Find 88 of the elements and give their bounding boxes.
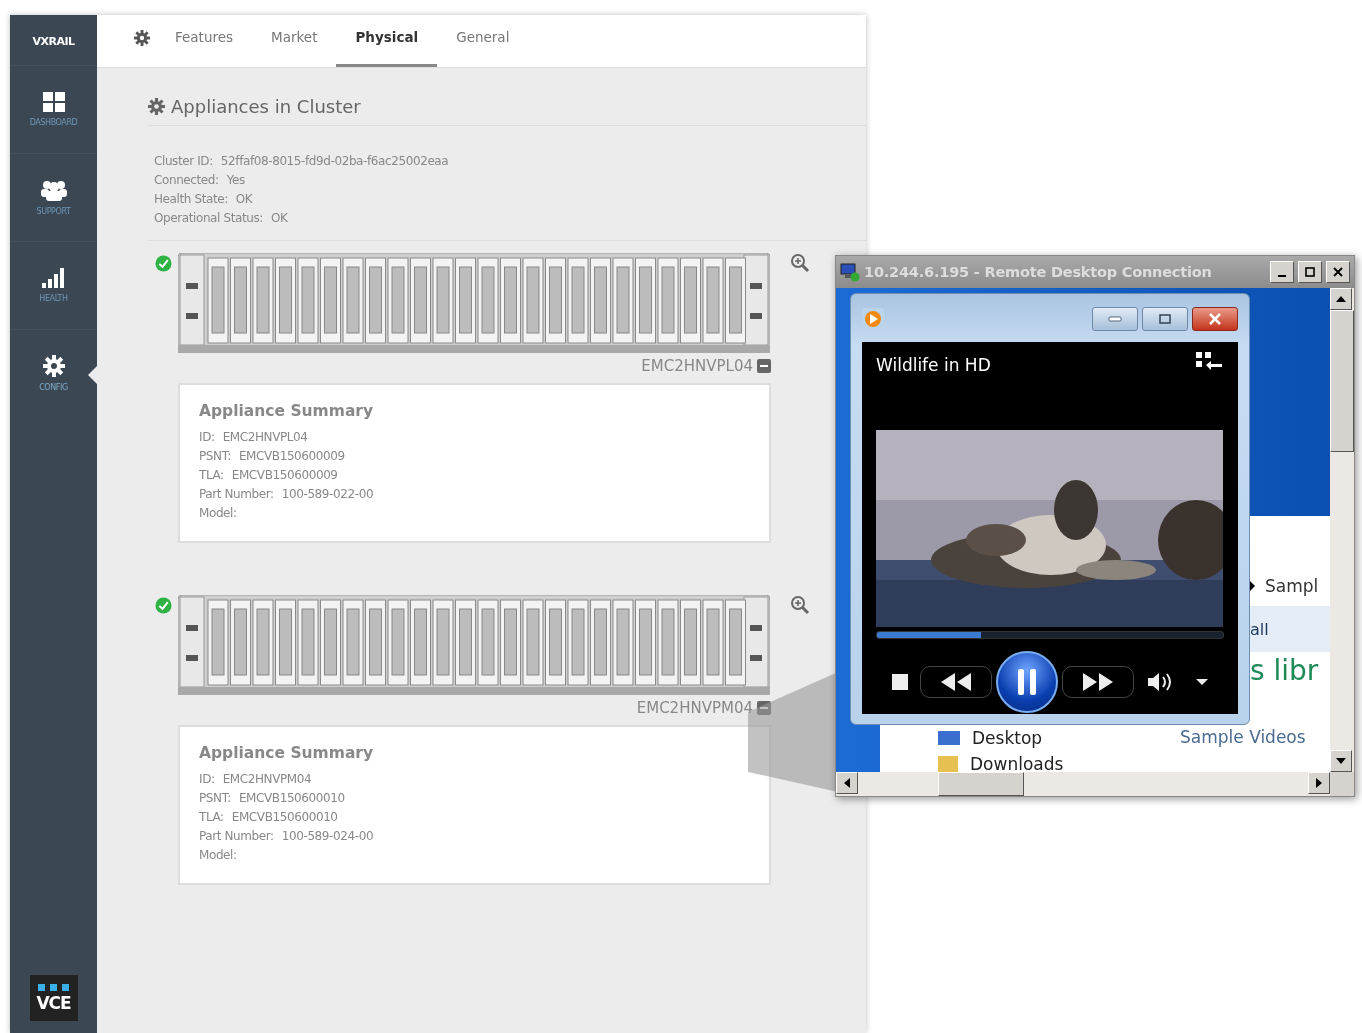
field-value: 100-589-022-00 xyxy=(281,486,374,503)
grid-icon xyxy=(42,92,65,112)
field-label: Part Number: xyxy=(199,486,274,503)
field-label: Part Number: xyxy=(199,828,274,845)
field-label: TLA: xyxy=(199,809,224,826)
restore-button[interactable] xyxy=(1142,307,1188,331)
field-label: PSNT: xyxy=(199,448,231,465)
tab[interactable]: General xyxy=(437,15,529,67)
info-label: Health State: xyxy=(154,191,228,208)
field-label: PSNT: xyxy=(199,790,231,807)
field-value: 100-589-024-00 xyxy=(281,828,374,845)
appliance-name: EMC2HNVPL04 xyxy=(641,357,753,375)
field-value: EMC2HNVPL04 xyxy=(222,429,308,446)
scroll-thumb[interactable] xyxy=(938,772,1024,796)
scroll-up-button[interactable] xyxy=(1330,288,1352,310)
field-value: EMCVB150600009 xyxy=(238,448,345,465)
tab[interactable]: Features xyxy=(156,15,253,67)
stop-icon xyxy=(892,674,908,690)
progress-bar[interactable] xyxy=(876,631,1224,639)
rewind-icon xyxy=(939,673,973,691)
info-label: Operational Status: xyxy=(154,210,263,227)
info-value: OK xyxy=(235,191,253,208)
collapse-icon[interactable] xyxy=(757,701,771,715)
settings-icon[interactable] xyxy=(134,30,150,46)
window-title: 10.244.6.195 - Remote Desktop Connection xyxy=(864,264,1213,280)
scroll-down-button[interactable] xyxy=(1330,750,1352,772)
vce-logo: VCE xyxy=(29,975,78,1021)
minimize-icon xyxy=(1108,316,1122,322)
resize-grip[interactable] xyxy=(1330,772,1354,796)
restore-icon xyxy=(1158,314,1172,324)
field-value: EMCVB150600010 xyxy=(231,809,338,826)
close-icon xyxy=(1333,267,1343,277)
tab[interactable]: Market xyxy=(252,15,337,67)
zoom-in-icon[interactable] xyxy=(790,595,810,615)
play-icon xyxy=(862,308,884,330)
maximize-button[interactable] xyxy=(1298,261,1322,283)
library-subtitle: Sample Videos xyxy=(1180,727,1306,747)
info-value: 52ffaf08-8015-fd9d-02ba-f6ac25002eaa xyxy=(220,153,449,170)
desktop-icon xyxy=(938,731,960,745)
info-value: Yes xyxy=(226,172,245,189)
field-value: EMCVB150600009 xyxy=(231,467,338,484)
video-title: Wildlife in HD xyxy=(876,354,991,375)
field-label: TLA: xyxy=(199,467,224,484)
up-arrow-icon xyxy=(1336,296,1346,302)
card-title: Appliance Summary xyxy=(199,402,375,420)
folder-name[interactable]: Downloads xyxy=(970,754,1064,772)
minimize-icon xyxy=(1278,275,1286,277)
scroll-thumb[interactable] xyxy=(1330,310,1354,452)
field-label: Model: xyxy=(199,505,237,522)
card-title: Appliance Summary xyxy=(199,744,375,762)
zoom-in-icon[interactable] xyxy=(790,253,810,273)
collapse-icon[interactable] xyxy=(757,359,771,373)
folder-icon xyxy=(938,756,958,772)
pause-icon xyxy=(1017,669,1037,695)
settings-icon xyxy=(42,355,65,377)
field-label: ID: xyxy=(199,429,215,446)
maximize-icon xyxy=(1305,267,1315,277)
library-title: s libr xyxy=(1250,654,1319,687)
tab[interactable]: Physical xyxy=(336,15,438,67)
scroll-right-button[interactable] xyxy=(1308,772,1330,794)
rewind-button[interactable] xyxy=(920,666,992,698)
people-icon xyxy=(40,179,67,201)
field-label: ID: xyxy=(199,771,215,788)
info-label: Cluster ID: xyxy=(154,153,213,170)
toolbar-item[interactable]: all xyxy=(1250,619,1269,639)
vertical-scrollbar[interactable] xyxy=(1330,288,1354,772)
settings-icon xyxy=(148,98,165,115)
breadcrumb: Sampl xyxy=(1265,576,1319,596)
section-title: Appliances in Cluster xyxy=(171,96,361,117)
scroll-left-button[interactable] xyxy=(836,772,858,794)
computer-icon xyxy=(840,262,860,282)
info-label: Connected: xyxy=(154,172,219,189)
folder-name[interactable]: Desktop xyxy=(972,728,1043,748)
horizontal-scrollbar[interactable] xyxy=(836,772,1354,796)
logo: VXRAIL xyxy=(31,34,76,50)
close-icon xyxy=(1208,313,1222,325)
field-label: Model: xyxy=(199,847,237,864)
close-button[interactable] xyxy=(1192,307,1238,331)
fast-forward-icon xyxy=(1081,673,1115,691)
appliance-name: EMC2HNVPM04 xyxy=(636,699,753,717)
right-arrow-icon xyxy=(1316,778,1322,788)
left-arrow-icon xyxy=(844,778,850,788)
down-arrow-icon xyxy=(1336,758,1346,764)
field-value: EMCVB150600010 xyxy=(238,790,345,807)
info-value: OK xyxy=(270,210,288,227)
field-value: EMC2HNVPM04 xyxy=(222,771,312,788)
fast-forward-button[interactable] xyxy=(1062,666,1134,698)
signal-bars-icon xyxy=(41,268,66,288)
